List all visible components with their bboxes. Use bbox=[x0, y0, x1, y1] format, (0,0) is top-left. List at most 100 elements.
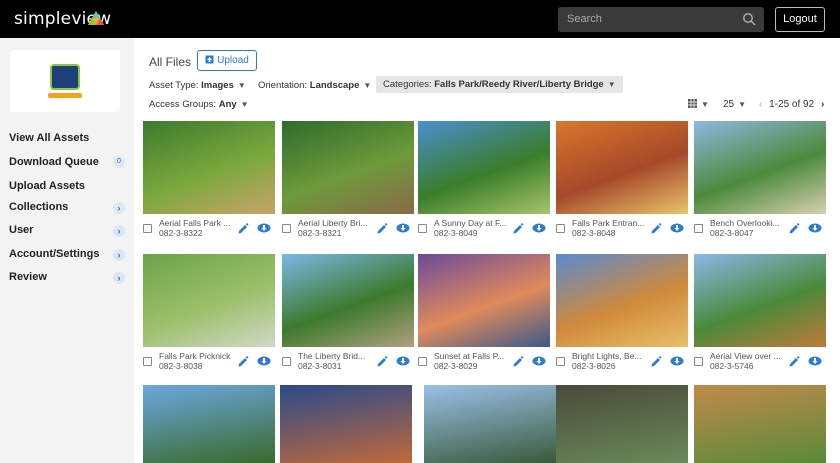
edit-pencil-icon[interactable] bbox=[788, 355, 800, 367]
orientation-label: Orientation: bbox=[258, 80, 308, 91]
edit-pencil-icon[interactable] bbox=[376, 222, 388, 234]
asset-type-label: Asset Type: bbox=[149, 80, 199, 91]
download-cloud-icon[interactable] bbox=[532, 222, 546, 234]
chevron-down-icon: ▼ bbox=[738, 100, 747, 109]
asset-thumbnail[interactable] bbox=[143, 385, 275, 463]
account-settings-chevron-icon[interactable]: › bbox=[113, 249, 125, 261]
download-cloud-icon[interactable] bbox=[670, 355, 684, 367]
image-type-icon bbox=[143, 357, 152, 366]
logout-button[interactable]: Logout bbox=[775, 7, 825, 32]
search-input[interactable]: Search bbox=[567, 13, 602, 25]
review-chevron-icon[interactable]: › bbox=[113, 272, 125, 284]
asset-id: 082-3-8031 bbox=[298, 361, 342, 371]
download-cloud-icon[interactable] bbox=[808, 222, 822, 234]
edit-pencil-icon[interactable] bbox=[376, 355, 388, 367]
asset-thumbnail[interactable] bbox=[694, 121, 826, 214]
asset-thumbnail[interactable] bbox=[694, 385, 826, 463]
chevron-down-icon: ▼ bbox=[240, 100, 249, 109]
pagination: ‹ 1-25 of 92 › bbox=[759, 99, 824, 110]
download-cloud-icon[interactable] bbox=[670, 222, 684, 234]
asset-thumbnail[interactable] bbox=[282, 254, 414, 347]
organization-badge-underline bbox=[48, 93, 82, 98]
download-cloud-icon[interactable] bbox=[257, 222, 271, 234]
asset-title: Aerial Liberty Bri... bbox=[298, 218, 368, 228]
asset-thumbnail[interactable] bbox=[143, 121, 275, 214]
view-mode-toggle[interactable]: ▼ bbox=[688, 99, 709, 110]
sidebar-item-collections[interactable]: Collections bbox=[9, 201, 68, 213]
asset-thumbnail[interactable] bbox=[280, 385, 412, 463]
organization-badge-icon bbox=[50, 64, 80, 90]
asset-thumbnail[interactable] bbox=[418, 254, 550, 347]
edit-pencil-icon[interactable] bbox=[237, 355, 249, 367]
download-cloud-icon[interactable] bbox=[396, 222, 410, 234]
asset-thumbnail[interactable] bbox=[694, 254, 826, 347]
asset-id: 082-3-5746 bbox=[710, 361, 754, 371]
asset-id: 082-3-8321 bbox=[298, 228, 342, 238]
categories-value: Falls Park/Reedy River/Liberty Bridge bbox=[434, 79, 604, 90]
sidebar-item-account-settings[interactable]: Account/Settings bbox=[9, 248, 99, 260]
asset-type-value: Images bbox=[201, 80, 234, 91]
image-type-icon bbox=[556, 224, 565, 233]
page-title: All Files bbox=[149, 55, 192, 69]
asset-thumbnail[interactable] bbox=[424, 385, 556, 463]
chevron-down-icon: ▼ bbox=[607, 80, 616, 89]
upload-button-label: Upload bbox=[217, 55, 249, 66]
asset-id: 082-3-8029 bbox=[434, 361, 478, 371]
asset-thumbnail[interactable] bbox=[556, 385, 688, 463]
edit-pencil-icon[interactable] bbox=[650, 355, 662, 367]
asset-thumbnail[interactable] bbox=[556, 254, 688, 347]
asset-id: 082-3-8038 bbox=[159, 361, 203, 371]
edit-pencil-icon[interactable] bbox=[512, 222, 524, 234]
sidebar-item-download-queue[interactable]: Download Queue bbox=[9, 156, 99, 168]
image-type-icon bbox=[282, 357, 291, 366]
asset-thumbnail[interactable] bbox=[556, 121, 688, 214]
asset-title: A Sunny Day at F... bbox=[434, 218, 507, 228]
access-groups-value: Any bbox=[218, 99, 237, 110]
asset-thumbnail[interactable] bbox=[282, 121, 414, 214]
image-type-icon bbox=[282, 224, 291, 233]
download-cloud-icon[interactable] bbox=[257, 355, 271, 367]
image-type-icon bbox=[556, 357, 565, 366]
chevron-down-icon: ▼ bbox=[701, 100, 709, 109]
logo-triangle-icon bbox=[88, 11, 104, 25]
search-box[interactable]: Search bbox=[558, 7, 764, 32]
sidebar-item-upload-assets[interactable]: Upload Assets bbox=[9, 180, 85, 192]
prev-page-icon[interactable]: ‹ bbox=[759, 99, 762, 110]
edit-pencil-icon[interactable] bbox=[788, 222, 800, 234]
asset-title: Bench Overlooki... bbox=[710, 218, 780, 228]
image-type-icon bbox=[143, 224, 152, 233]
image-type-icon bbox=[694, 224, 703, 233]
asset-id: 082-3-8049 bbox=[434, 228, 478, 238]
sidebar-item-review[interactable]: Review bbox=[9, 271, 47, 283]
access-groups-filter[interactable]: Access Groups: Any ▼ bbox=[149, 99, 249, 110]
asset-thumbnail[interactable] bbox=[418, 121, 550, 214]
sidebar-item-view-all-assets[interactable]: View All Assets bbox=[9, 132, 89, 144]
download-cloud-icon[interactable] bbox=[808, 355, 822, 367]
upload-button[interactable]: Upload bbox=[197, 50, 257, 71]
asset-type-filter[interactable]: Asset Type: Images ▼ bbox=[149, 80, 246, 91]
asset-title: Falls Park Entran... bbox=[572, 218, 645, 228]
asset-id: 082-3-8048 bbox=[572, 228, 616, 238]
asset-title: Aerial View over ... bbox=[710, 351, 781, 361]
orientation-filter[interactable]: Orientation: Landscape ▼ bbox=[258, 80, 371, 91]
download-cloud-icon[interactable] bbox=[396, 355, 410, 367]
download-cloud-icon[interactable] bbox=[532, 355, 546, 367]
edit-pencil-icon[interactable] bbox=[237, 222, 249, 234]
asset-title: Bright Lights, Be... bbox=[572, 351, 642, 361]
search-icon[interactable] bbox=[742, 12, 756, 26]
collections-chevron-icon[interactable]: › bbox=[113, 202, 125, 214]
per-page-value: 25 bbox=[723, 99, 735, 110]
categories-filter[interactable]: Categories: Falls Park/Reedy River/Liber… bbox=[376, 76, 623, 93]
sidebar-item-user[interactable]: User bbox=[9, 224, 33, 236]
next-page-icon[interactable]: › bbox=[821, 99, 824, 110]
image-type-icon bbox=[418, 224, 427, 233]
edit-pencil-icon[interactable] bbox=[650, 222, 662, 234]
asset-title: Falls Park Picknick bbox=[159, 351, 231, 361]
asset-thumbnail[interactable] bbox=[143, 254, 275, 347]
asset-id: 082-3-8047 bbox=[710, 228, 754, 238]
asset-title: The Liberty Brid... bbox=[298, 351, 366, 361]
image-type-icon bbox=[418, 357, 427, 366]
per-page-select[interactable]: 25 ▼ bbox=[723, 99, 746, 110]
user-chevron-icon[interactable]: › bbox=[113, 225, 125, 237]
edit-pencil-icon[interactable] bbox=[512, 355, 524, 367]
